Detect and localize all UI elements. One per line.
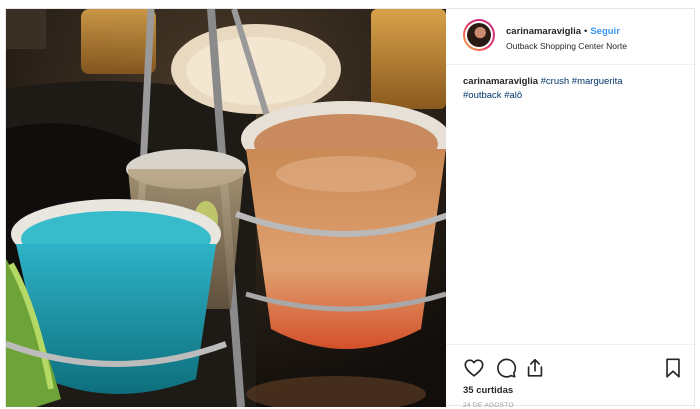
hashtag-link[interactable]: #crush [541,76,570,87]
avatar[interactable] [463,19,495,51]
separator-dot: • [584,26,588,37]
likes-count[interactable]: 35 curtidas [463,385,513,396]
hashtag-link[interactable]: #outback [463,90,502,101]
hashtag-link[interactable]: #marguerita [572,76,623,87]
post-header: carinamaraviglia • Seguir Outback Shopping… [446,9,696,65]
post-photo[interactable] [6,9,446,407]
hashtag-link[interactable]: #alô [504,90,522,101]
post-actions: 35 curtidas 24 DE AGOSTO [446,344,696,409]
instagram-post: carinamaraviglia • Seguir Outback Shopping… [5,8,696,409]
follow-button[interactable]: Seguir [590,26,620,37]
comment-icon[interactable] [495,357,517,379]
post-caption: carinamaraviglia #crush #marguerita #out… [463,75,683,103]
share-icon[interactable] [524,357,546,379]
avatar-photo [467,23,491,47]
username-link[interactable]: carinamaraviglia [506,26,581,37]
bookmark-icon[interactable] [662,357,684,379]
post-sidebar: carinamaraviglia • Seguir Outback Shopping… [446,9,696,409]
heart-icon[interactable] [463,357,485,379]
header-user-line: carinamaraviglia • Seguir [506,26,620,37]
location-link[interactable]: Outback Shopping Center Norte [506,41,627,51]
cocktail-photo-illustration [6,9,446,407]
caption-username-link[interactable]: carinamaraviglia [463,76,538,87]
